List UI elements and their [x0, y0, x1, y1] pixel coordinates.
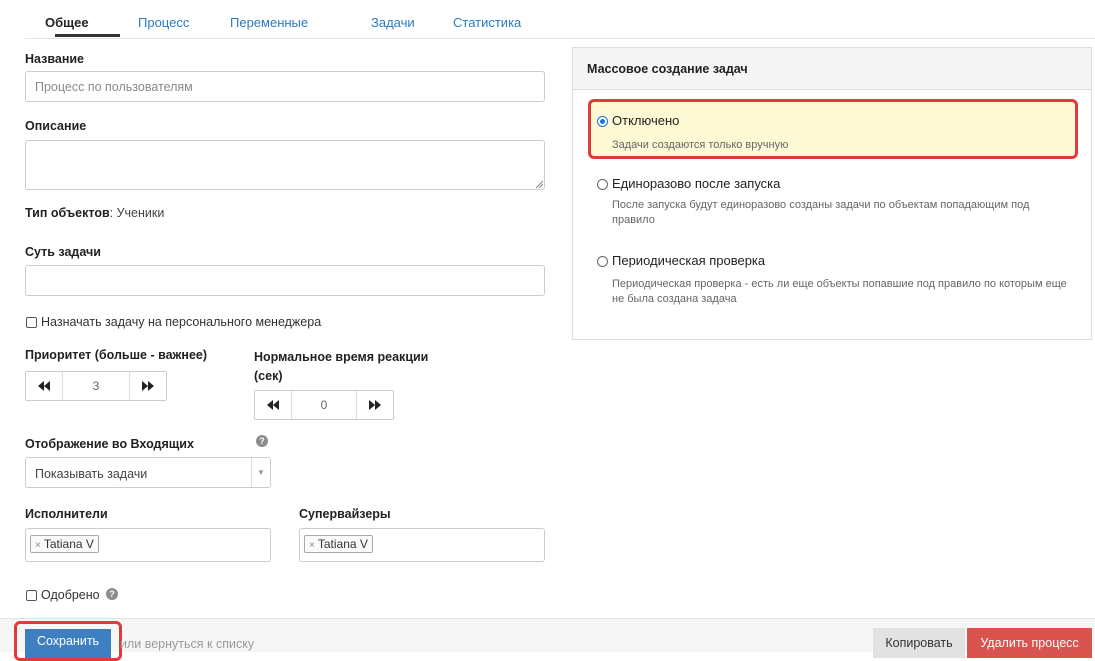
approved-label: Одобрено: [41, 588, 100, 602]
tab-tasks[interactable]: Задачи: [371, 15, 415, 30]
inbox-display-selected: Показывать задачи: [35, 467, 148, 481]
tab-bar: Общее Процесс Переменные Задачи Статисти…: [25, 0, 1095, 39]
priority-label: Приоритет (больше - важнее): [25, 348, 208, 362]
object-type: Тип объектов: Ученики: [25, 206, 164, 220]
task-essence-input[interactable]: [25, 265, 545, 296]
object-type-label: Тип объектов: [25, 206, 110, 220]
question-circle-icon[interactable]: ?: [256, 435, 268, 447]
reaction-time-value[interactable]: 0: [291, 391, 357, 419]
reaction-time-label: Нормальное время реакции (сек): [254, 350, 429, 383]
double-arrow-right-icon: [369, 400, 381, 410]
tab-general[interactable]: Общее: [45, 15, 89, 30]
assign-manager-checkbox[interactable]: [26, 317, 37, 328]
supervisor-tag[interactable]: × Tatiana V: [304, 535, 373, 553]
copy-button[interactable]: Копировать: [873, 628, 965, 658]
supervisors-label: Супервайзеры: [299, 507, 391, 521]
description-label: Описание: [25, 119, 87, 133]
chevron-down-icon: ▼: [251, 458, 270, 487]
panel-header: Массовое создание задач: [573, 48, 1091, 90]
description-textarea[interactable]: [25, 140, 545, 190]
assign-manager-label: Назначать задачу на персонального менедж…: [41, 315, 322, 329]
priority-value[interactable]: 3: [62, 372, 130, 400]
remove-tag-icon[interactable]: ×: [309, 540, 315, 551]
remove-tag-icon[interactable]: ×: [35, 540, 41, 551]
supervisor-tag-label: Tatiana V: [317, 537, 368, 551]
radio-periodic-check[interactable]: [597, 256, 608, 267]
radio-once-after-launch[interactable]: [597, 179, 608, 190]
double-arrow-left-icon: [38, 381, 50, 391]
object-type-value: : Ученики: [109, 206, 165, 220]
option-disabled-description: Задачи создаются только вручную: [612, 139, 789, 151]
option-once-description: После запуска будут единоразово созданы …: [612, 199, 1030, 226]
option-disabled-label[interactable]: Отключено: [612, 113, 679, 128]
executor-tag-label: Tatiana V: [43, 537, 94, 551]
option-once-label[interactable]: Единоразово после запуска: [612, 176, 780, 191]
priority-increase-button[interactable]: [130, 372, 166, 400]
inbox-display-label: Отображение во Входящих: [25, 437, 194, 451]
radio-disabled[interactable]: [597, 116, 608, 127]
option-periodic-description: Периодическая проверка - есть ли еще объ…: [612, 278, 1067, 305]
tab-process[interactable]: Процесс: [138, 15, 189, 30]
tab-variables[interactable]: Переменные: [230, 15, 308, 30]
reaction-increase-button[interactable]: [357, 391, 393, 419]
supervisors-field[interactable]: × Tatiana V: [299, 528, 545, 562]
priority-decrease-button[interactable]: [26, 372, 62, 400]
back-to-list-link[interactable]: или вернуться к списку: [120, 637, 254, 651]
delete-process-button[interactable]: Удалить процесс: [967, 628, 1092, 658]
option-periodic-label[interactable]: Периодическая проверка: [612, 253, 765, 268]
approved-checkbox[interactable]: [26, 590, 37, 601]
name-label: Название: [25, 52, 85, 66]
panel-title: Массовое создание задач: [587, 62, 748, 76]
tab-statistics[interactable]: Статистика: [453, 15, 521, 30]
task-essence-label: Суть задачи: [25, 245, 101, 259]
resize-handle-icon[interactable]: [535, 180, 543, 188]
reaction-decrease-button[interactable]: [255, 391, 291, 419]
double-arrow-right-icon: [142, 381, 154, 391]
reaction-time-stepper: 0: [254, 390, 394, 420]
executors-field[interactable]: × Tatiana V: [25, 528, 271, 562]
name-input[interactable]: [25, 71, 545, 102]
active-tab-indicator: [55, 34, 120, 37]
save-button-highlight: [14, 621, 122, 661]
double-arrow-left-icon: [267, 400, 279, 410]
question-circle-icon[interactable]: ?: [106, 588, 118, 600]
priority-stepper: 3: [25, 371, 167, 401]
executors-label: Исполнители: [25, 507, 108, 521]
inbox-display-select[interactable]: Показывать задачи ▼: [25, 457, 271, 488]
executor-tag[interactable]: × Tatiana V: [30, 535, 99, 553]
